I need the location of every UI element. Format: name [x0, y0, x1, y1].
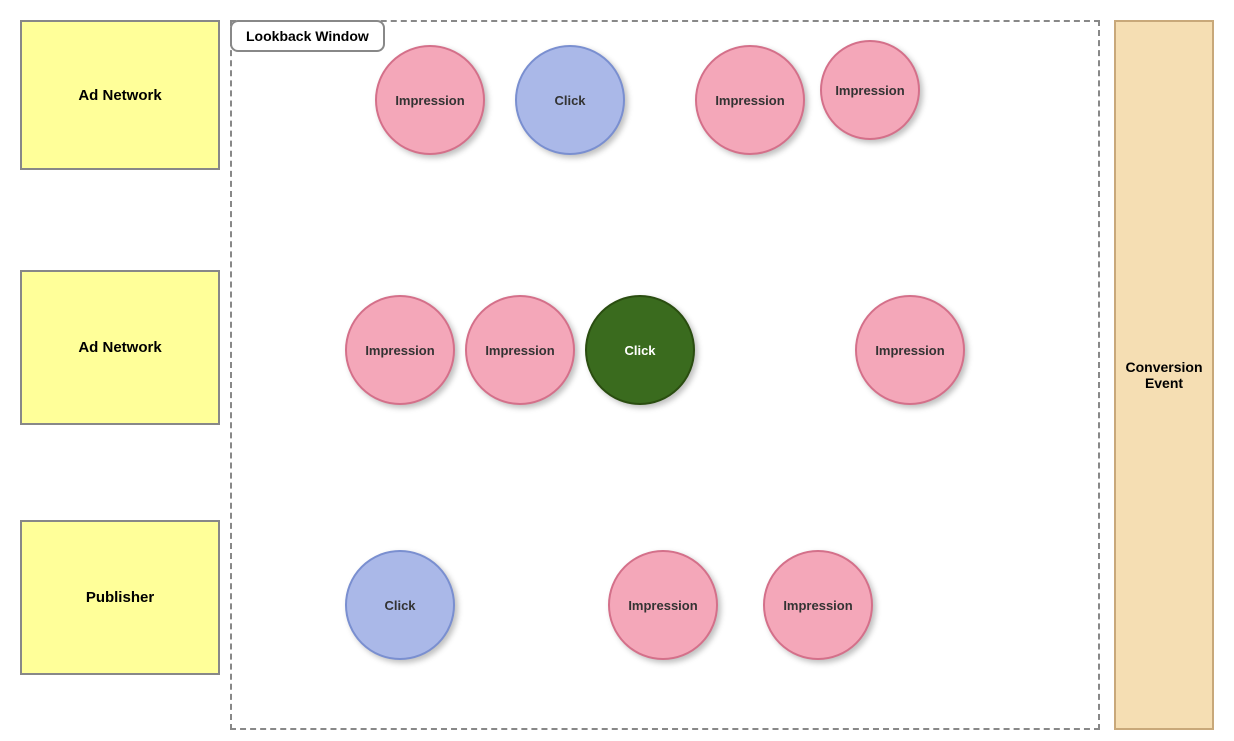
lookback-window-label: Lookback Window	[230, 20, 385, 52]
event-circle-c4: Impression	[820, 40, 920, 140]
event-circle-c3: Impression	[695, 45, 805, 155]
lane-ad-network-1: Ad Network	[20, 20, 220, 170]
lane-ad-network-2: Ad Network	[20, 270, 220, 425]
conversion-event-box: Conversion Event	[1114, 20, 1214, 730]
event-circle-c7: Click	[585, 295, 695, 405]
event-circle-c9: Click	[345, 550, 455, 660]
event-circle-c11: Impression	[763, 550, 873, 660]
event-circle-c1: Impression	[375, 45, 485, 155]
lane-publisher: Publisher	[20, 520, 220, 675]
diagram-container: Ad Network Ad Network Publisher Lookback…	[10, 10, 1224, 731]
event-circle-c6: Impression	[465, 295, 575, 405]
event-circle-c10: Impression	[608, 550, 718, 660]
event-circle-c5: Impression	[345, 295, 455, 405]
event-circle-c2: Click	[515, 45, 625, 155]
event-circle-c8: Impression	[855, 295, 965, 405]
